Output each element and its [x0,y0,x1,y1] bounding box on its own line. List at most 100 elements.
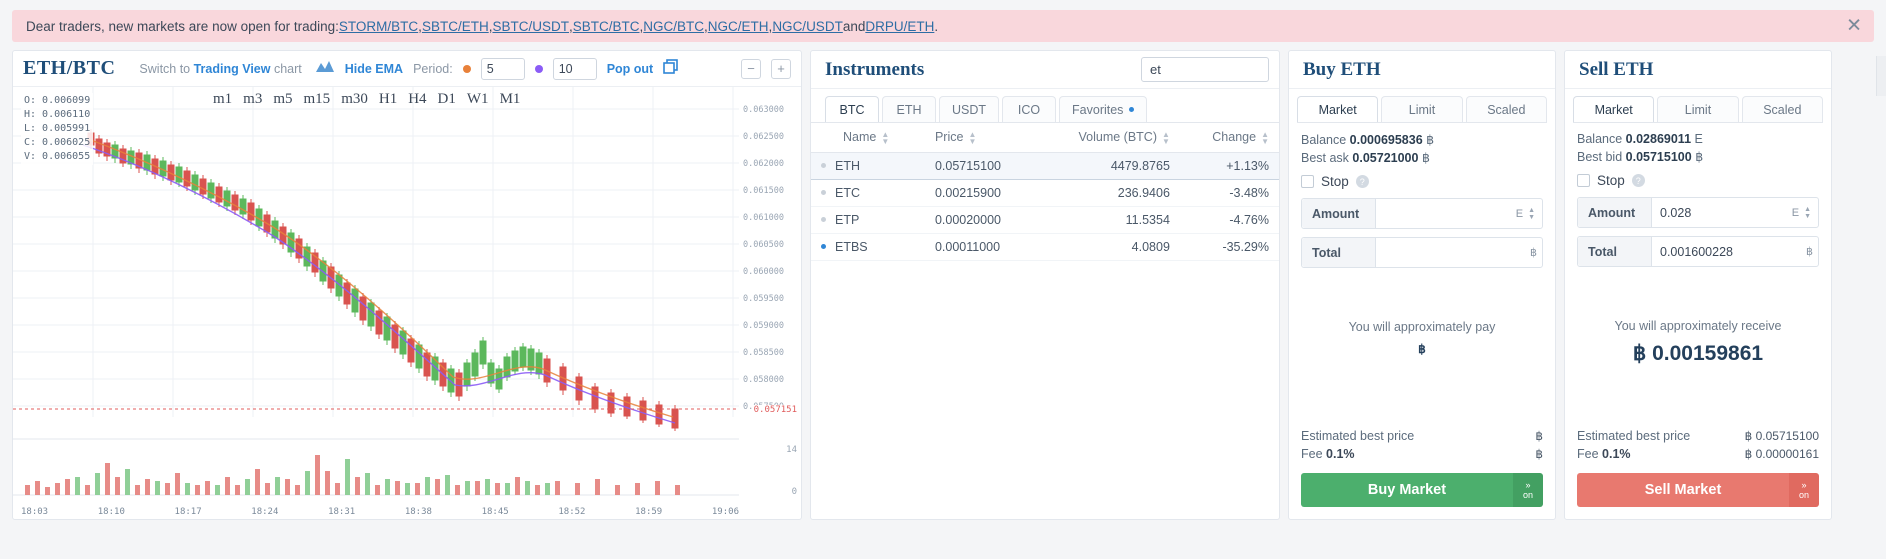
favorite-icon[interactable] [821,217,826,223]
buy-panel: Buy ETH Market Limit Scaled Balance 0.00… [1288,50,1556,520]
instruments-tabs: BTC ETH USDT ICO Favorites [811,89,1279,122]
column-header-name[interactable]: Name ▲ ▼ [811,122,925,153]
table-row[interactable]: ETP 0.00020000 11.5354 -4.76% [811,206,1279,234]
buy-total-field[interactable]: Total ฿ [1301,237,1543,268]
sell-amount-field[interactable]: Amount 0.028 E ▲ ▼ [1577,197,1819,228]
trading-view-icon[interactable] [315,60,335,77]
timeframe-m15[interactable]: m15 [304,91,331,108]
column-header-volume[interactable]: Volume (BTC) ▲ ▼ [1036,122,1180,153]
banner-link-sbtc-btc[interactable]: SBTC/BTC [573,19,640,34]
volume-bars [25,455,680,495]
sell-estimates: Estimated best price ฿ 0.05715100 Fee 0.… [1577,427,1819,463]
volume-tick-max: 14 [786,445,797,455]
timeframe-h1[interactable]: H1 [379,91,397,108]
timeframe-m1-month[interactable]: M1 [500,91,521,108]
favorite-icon[interactable] [821,163,826,169]
pop-out-icon[interactable] [663,59,679,78]
hide-ema-button[interactable]: Hide EMA [345,62,403,76]
timeframe-m3[interactable]: m3 [243,91,262,108]
row-volume: 11.5354 [1036,206,1180,234]
timeframe-m30[interactable]: m30 [341,91,368,108]
pop-out-button[interactable]: Pop out [607,62,654,76]
ema-slow-input[interactable] [552,57,597,80]
buy-title: Buy ETH [1303,58,1381,80]
banner-link-storm-btc[interactable]: STORM/BTC [339,19,418,34]
sell-market-button[interactable]: Sell Market [1577,473,1789,507]
tab-ico[interactable]: ICO [1002,96,1057,122]
table-row[interactable]: ETBS 0.00011000 4.0809 -35.29% [811,233,1279,261]
zoom-out-button[interactable]: − [741,58,761,79]
buy-toggle-on-button[interactable]: » on [1513,473,1543,507]
tab-usdt[interactable]: USDT [939,96,1000,122]
sell-approx-value: ฿ 0.00159861 [1632,342,1764,365]
sell-title: Sell ETH [1579,58,1654,80]
buy-tab-scaled[interactable]: Scaled [1465,96,1547,122]
banner-link-drpu-eth[interactable]: DRPU/ETH [865,19,934,34]
row-price: 0.05715100 [924,151,1037,180]
buy-tab-market[interactable]: Market [1297,96,1379,122]
timeframe-w1[interactable]: W1 [467,91,489,108]
banner-link-ngc-btc[interactable]: NGC/BTC [643,19,704,34]
ema-fast-input[interactable] [480,57,525,80]
timeframe-d1[interactable]: D1 [438,91,456,108]
table-row[interactable]: ETC 0.00215900 236.9406 -3.48% [811,179,1279,207]
sell-tab-limit[interactable]: Limit [1657,96,1739,122]
sell-tab-scaled[interactable]: Scaled [1741,96,1823,122]
y-tick-1: 0.062500 [743,132,784,142]
table-row[interactable]: ETH 0.05715100 4479.8765 +1.13% [811,151,1279,180]
help-icon[interactable]: ? [1355,175,1369,188]
close-icon[interactable]: ✕ [1846,17,1862,36]
switch-prefix: Switch to [139,61,194,76]
timeframe-m1[interactable]: m1 [213,91,232,108]
sell-toggle-text: on [1798,490,1809,500]
instruments-search-input[interactable] [1141,57,1269,82]
buy-stop-checkbox[interactable] [1301,175,1314,188]
row-change: +1.13% [1179,151,1279,180]
favorite-icon[interactable] [821,190,826,196]
zoom-in-button[interactable]: + [771,58,791,79]
timeframe-h4[interactable]: H4 [408,91,426,108]
banner-link-sbtc-eth[interactable]: SBTC/ETH [422,19,489,34]
sell-est-price-label: Estimated best price [1577,429,1691,443]
sell-toggle-on-button[interactable]: » on [1789,473,1819,507]
buy-toggle-text: on [1522,490,1533,500]
column-header-change[interactable]: Change ▲ ▼ [1179,122,1279,153]
buy-stop-row: Stop ? [1301,174,1543,189]
y-tick-4: 0.061000 [743,213,784,223]
sell-tab-market[interactable]: Market [1573,96,1655,122]
buy-balance-value: 0.000695836 [1349,133,1423,147]
favorites-dot-icon [1129,107,1135,112]
help-icon[interactable]: ? [1631,174,1645,187]
banner-link-ngc-eth[interactable]: NGC/ETH [708,19,769,34]
y-tick-8: 0.059000 [743,321,784,331]
sell-fee-row: Fee 0.1% ฿ 0.00000161 [1577,445,1819,463]
tab-btc[interactable]: BTC [825,96,879,122]
banner-text-before: Dear traders, new markets are now open f… [26,18,339,34]
chart-canvas[interactable]: O: 0.006099 H: 0.006110 L: 0.005991 C: 0… [13,87,801,519]
timeframe-m5[interactable]: m5 [273,91,292,108]
sell-total-value[interactable]: 0.001600228 [1652,245,1806,259]
sell-order-type-tabs: Market Limit Scaled [1565,89,1831,122]
buy-market-button[interactable]: Buy Market [1301,473,1513,507]
tab-eth[interactable]: ETH [882,96,936,122]
favorite-icon[interactable] [821,244,826,250]
row-volume: 4479.8765 [1036,151,1180,180]
banner-link-sbtc-usdt[interactable]: SBTC/USDT [492,19,569,34]
buy-approx-label: You will approximately pay [1348,320,1496,334]
sell-total-field[interactable]: Total 0.001600228 ฿ [1577,236,1819,267]
buy-tab-limit[interactable]: Limit [1381,96,1463,122]
sell-amount-stepper[interactable]: ▲ ▼ [1804,206,1818,220]
buy-amount-field[interactable]: Amount E ▲ ▼ [1301,198,1543,229]
row-name: ETH [835,158,860,173]
tab-favorites[interactable]: Favorites [1059,96,1148,122]
sell-amount-value[interactable]: 0.028 [1652,206,1792,220]
sort-icon-change: ▲ ▼ [1261,129,1269,146]
column-header-price[interactable]: Price ▲ ▼ [924,122,1037,153]
last-price-label: 0.057151 [751,405,799,415]
page-scrollbar[interactable] [1876,56,1886,96]
banner-link-ngc-usdt[interactable]: NGC/USDT [772,19,843,34]
buy-best-ask-row: Best ask 0.05721000 ฿ [1301,150,1543,165]
buy-amount-stepper[interactable]: ▲ ▼ [1528,207,1542,221]
trading-view-link[interactable]: Trading View [194,62,271,76]
sell-stop-checkbox[interactable] [1577,174,1590,187]
